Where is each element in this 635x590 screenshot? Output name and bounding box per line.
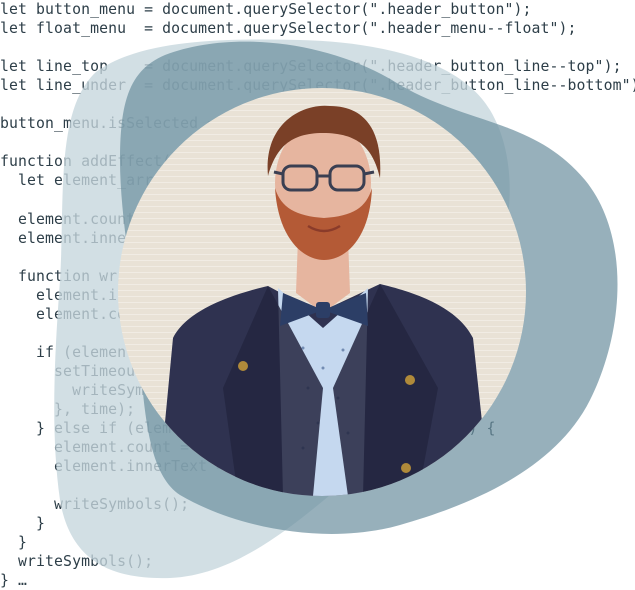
hero-illustration: let button_menu = document.querySelector…	[0, 0, 635, 589]
portrait-illustration	[118, 88, 526, 496]
profile-photo	[118, 88, 526, 496]
